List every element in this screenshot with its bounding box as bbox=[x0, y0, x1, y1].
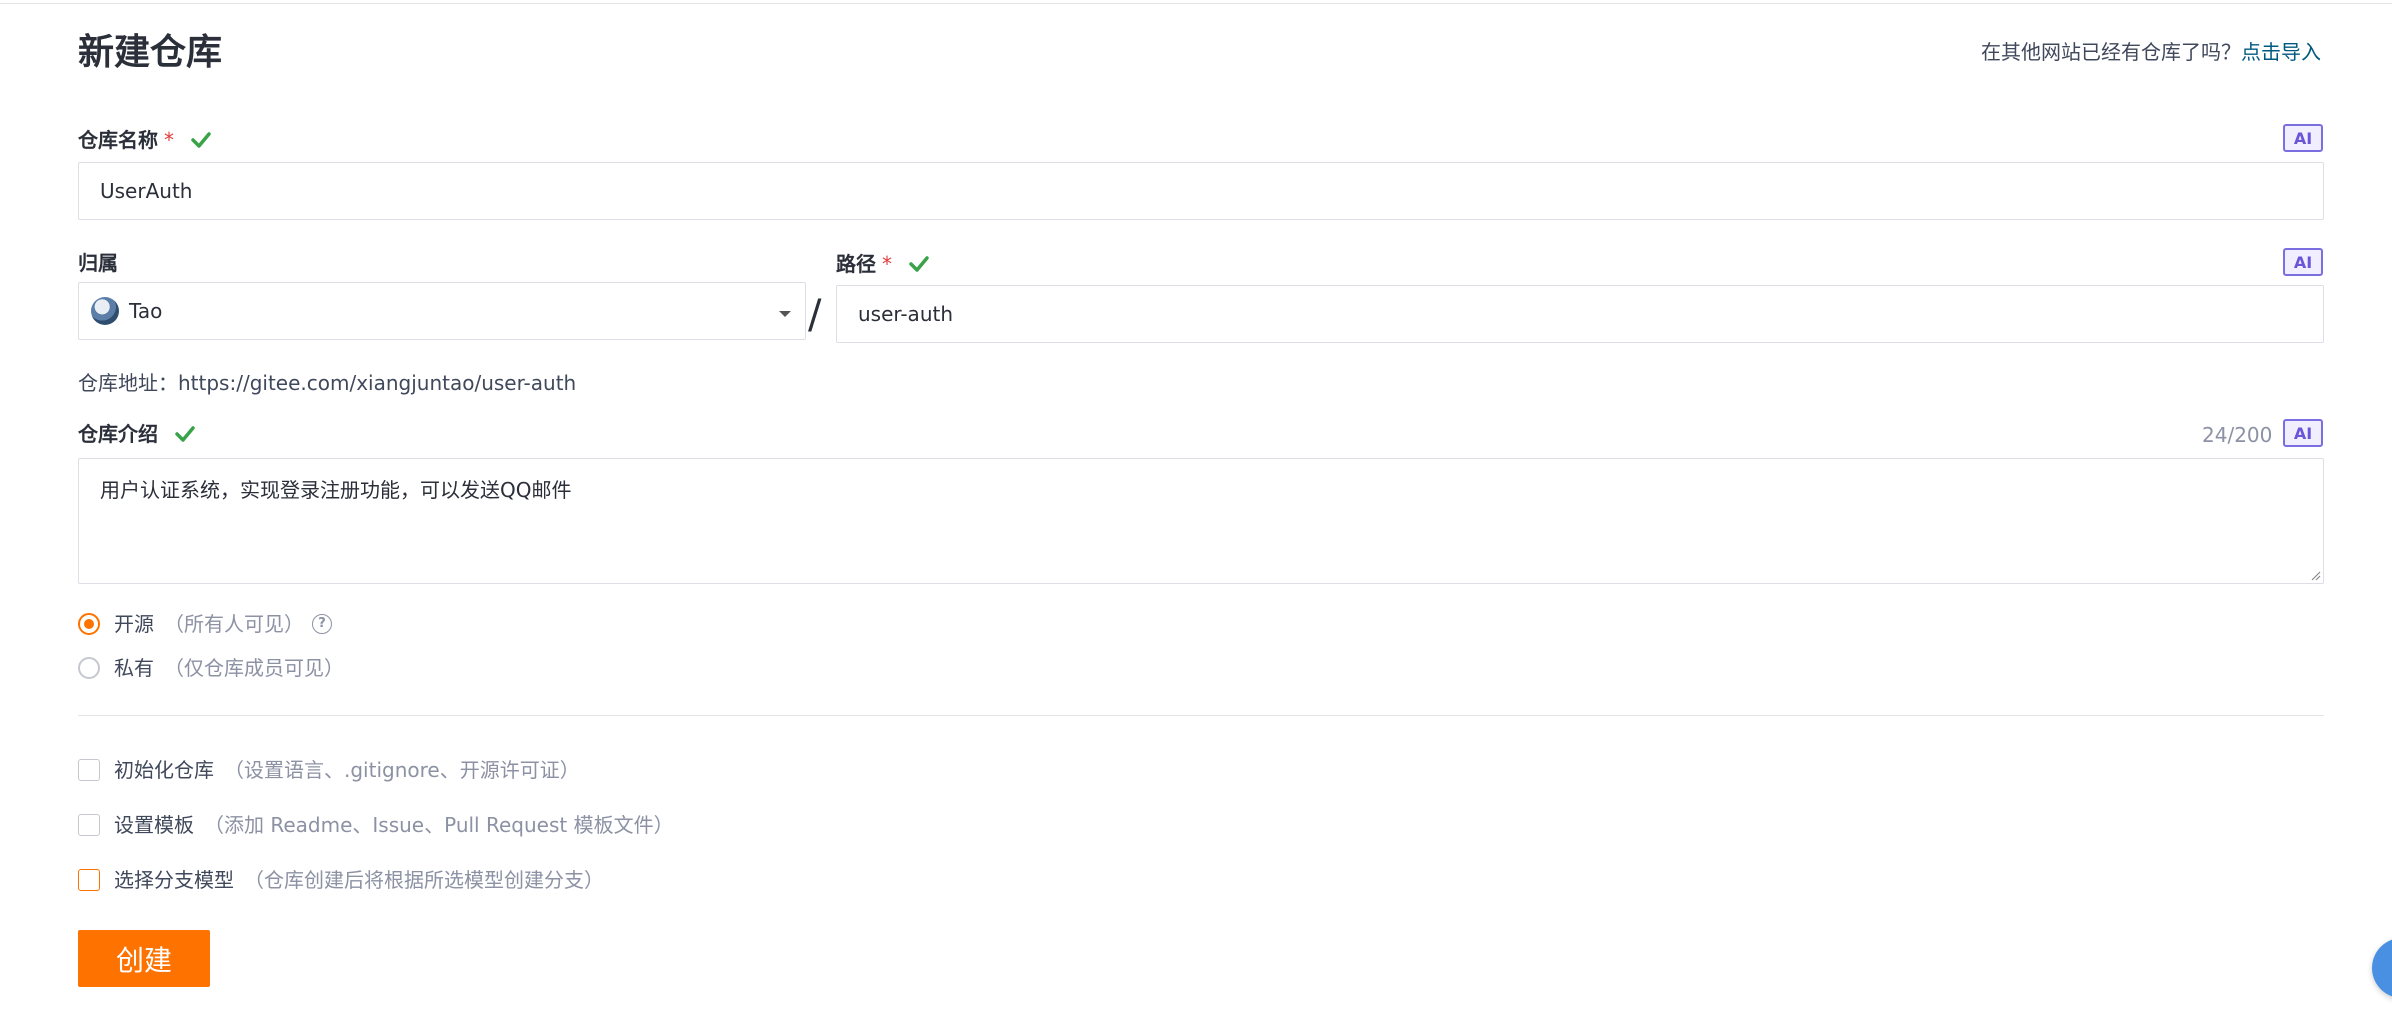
checkbox-branch-model[interactable] bbox=[78, 869, 100, 891]
repo-address: 仓库地址：https://gitee.com/xiangjuntao/user-… bbox=[78, 369, 576, 397]
option-branch-model-label: 选择分支模型 bbox=[114, 868, 234, 892]
option-template-label: 设置模板 bbox=[114, 813, 194, 837]
visibility-public-label: 开源 bbox=[114, 612, 154, 636]
radio-public[interactable] bbox=[78, 613, 100, 635]
required-mark: * bbox=[882, 252, 892, 276]
visibility-public-hint: （所有人可见） bbox=[164, 612, 304, 636]
create-button[interactable]: 创建 bbox=[78, 930, 210, 987]
path-separator: / bbox=[808, 292, 822, 338]
repo-name-label-text: 仓库名称 bbox=[78, 128, 158, 152]
description-label-text: 仓库介绍 bbox=[78, 422, 158, 446]
required-mark: * bbox=[164, 128, 174, 152]
description-counter: 24/200 bbox=[2202, 423, 2273, 447]
floating-help-button[interactable] bbox=[2372, 938, 2392, 998]
ai-generate-path-button[interactable]: AI bbox=[2283, 248, 2323, 276]
option-template-hint: （添加 Readme、Issue、Pull Request 模板文件） bbox=[204, 813, 674, 837]
option-branch-model[interactable]: 选择分支模型 （仓库创建后将根据所选模型创建分支） bbox=[78, 866, 604, 894]
owner-label-text: 归属 bbox=[78, 251, 118, 275]
valid-check-icon bbox=[909, 256, 929, 272]
page-title: 新建仓库 bbox=[78, 32, 223, 73]
valid-check-icon bbox=[175, 426, 195, 442]
description-label: 仓库介绍 bbox=[78, 420, 196, 448]
resize-handle-icon[interactable] bbox=[2309, 569, 2321, 581]
path-label-text: 路径 bbox=[836, 252, 876, 276]
owner-select[interactable]: Tao bbox=[78, 282, 806, 340]
option-template[interactable]: 设置模板 （添加 Readme、Issue、Pull Request 模板文件） bbox=[78, 811, 674, 839]
visibility-private-hint: （仅仓库成员可见） bbox=[164, 656, 344, 680]
valid-check-icon bbox=[191, 132, 211, 148]
owner-value: Tao bbox=[129, 299, 163, 323]
repo-name-label: 仓库名称 * bbox=[78, 126, 212, 154]
repo-address-url: https://gitee.com/xiangjuntao/user-auth bbox=[178, 371, 577, 395]
radio-private[interactable] bbox=[78, 657, 100, 679]
top-border bbox=[0, 0, 2392, 4]
path-value: user-auth bbox=[858, 302, 954, 326]
question-circle-icon[interactable]: ? bbox=[312, 614, 332, 634]
repo-name-value: UserAuth bbox=[100, 179, 193, 203]
visibility-private-label: 私有 bbox=[114, 656, 154, 680]
visibility-option-public[interactable]: 开源 （所有人可见） ? bbox=[78, 610, 332, 638]
repo-address-prefix: 仓库地址： bbox=[78, 371, 178, 395]
owner-label: 归属 bbox=[78, 249, 118, 277]
repo-name-input[interactable]: UserAuth bbox=[78, 162, 2324, 220]
path-input[interactable]: user-auth bbox=[836, 285, 2324, 343]
ai-generate-name-button[interactable]: AI bbox=[2283, 124, 2323, 152]
description-textarea[interactable]: 用户认证系统，实现登录注册功能，可以发送QQ邮件 bbox=[78, 458, 2324, 584]
import-tip: 在其他网站已经有仓库了吗？点击导入 bbox=[1981, 38, 2321, 66]
avatar bbox=[91, 297, 119, 325]
option-init-repo-label: 初始化仓库 bbox=[114, 758, 214, 782]
description-value: 用户认证系统，实现登录注册功能，可以发送QQ邮件 bbox=[100, 478, 572, 502]
import-link[interactable]: 点击导入 bbox=[2241, 40, 2321, 64]
option-init-repo-hint: （设置语言、.gitignore、开源许可证） bbox=[224, 758, 580, 782]
divider bbox=[78, 715, 2324, 716]
import-tip-text: 在其他网站已经有仓库了吗？ bbox=[1981, 40, 2241, 64]
chevron-down-icon bbox=[779, 311, 791, 317]
ai-generate-description-button[interactable]: AI bbox=[2283, 419, 2323, 447]
option-branch-model-hint: （仓库创建后将根据所选模型创建分支） bbox=[244, 868, 604, 892]
option-init-repo[interactable]: 初始化仓库 （设置语言、.gitignore、开源许可证） bbox=[78, 756, 580, 784]
checkbox-template[interactable] bbox=[78, 814, 100, 836]
checkbox-init-repo[interactable] bbox=[78, 759, 100, 781]
visibility-option-private[interactable]: 私有 （仅仓库成员可见） bbox=[78, 654, 344, 682]
path-label: 路径 * bbox=[836, 250, 930, 278]
